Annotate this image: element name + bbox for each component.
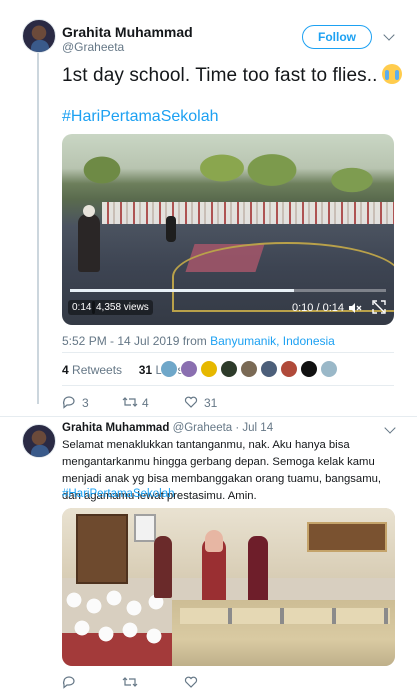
photo-desks: [172, 600, 395, 666]
location-link[interactable]: Banyumanik, Indonesia: [210, 334, 335, 348]
avatar[interactable]: [22, 424, 56, 458]
follow-button[interactable]: Follow: [302, 25, 372, 49]
liker-avatar[interactable]: [240, 360, 258, 378]
retweet-icon: [122, 677, 138, 687]
photo-person: [154, 536, 172, 598]
heart-icon: [184, 676, 198, 688]
author-handle[interactable]: @Graheeta: [62, 40, 124, 54]
video-player[interactable]: 0:14 4,358 views 0:10 / 0:14: [62, 134, 394, 325]
reply-author-name[interactable]: Grahita Muhammad: [62, 422, 169, 434]
retweet-icon: [122, 397, 138, 407]
divider: [0, 416, 417, 417]
video-views: 4,358 views: [92, 300, 153, 315]
reply-count: 3: [82, 396, 89, 410]
reply-icon: [63, 676, 75, 689]
reply-hashtag-link[interactable]: #HariPertamaSekolah: [62, 488, 175, 500]
divider: [62, 385, 394, 386]
video-time: 0:10 / 0:14: [292, 302, 344, 314]
tweet-text-content: 1st day school. Time too fast to flies..: [62, 65, 378, 86]
tweet-actions: 3 4 31: [62, 395, 394, 411]
video-crowd: [102, 202, 394, 224]
chevron-down-icon[interactable]: [383, 29, 395, 41]
liker-avatar[interactable]: [280, 360, 298, 378]
main-tweet: Grahita Muhammad @Graheeta Follow 1st da…: [0, 0, 417, 410]
liker-avatar[interactable]: [320, 360, 338, 378]
reply-header: Grahita Muhammad @Graheeta · Jul 14: [62, 422, 273, 434]
photo-frame: [134, 514, 156, 542]
likes-count[interactable]: 31: [139, 363, 152, 377]
liker-avatar[interactable]: [260, 360, 278, 378]
reply-icon: [63, 396, 75, 409]
crying-face-emoji-icon: [381, 64, 402, 84]
retweets-label[interactable]: Retweets: [72, 363, 122, 377]
liker-avatar[interactable]: [200, 360, 218, 378]
author-name[interactable]: Grahita Muhammad: [62, 24, 193, 40]
tweet-time-text: 5:52 PM - 14 Jul 2019 from: [62, 334, 207, 348]
avatar[interactable]: [22, 19, 56, 53]
video-progress-fill: [70, 289, 295, 292]
tweet-text: 1st day school. Time too fast to flies..: [62, 64, 402, 87]
liker-avatar[interactable]: [160, 360, 178, 378]
liker-avatar[interactable]: [300, 360, 318, 378]
volume-muted-icon[interactable]: [348, 302, 362, 314]
reply-actions: [62, 675, 394, 691]
divider: [62, 352, 394, 353]
video-controls: 0:14 4,358 views 0:10 / 0:14: [62, 298, 394, 320]
heart-icon: [184, 396, 198, 408]
video-progress-bar[interactable]: [70, 289, 386, 292]
reply-date[interactable]: · Jul 14: [235, 422, 273, 434]
photo-door: [76, 514, 128, 584]
retweets-count[interactable]: 4: [62, 363, 69, 377]
chevron-down-icon[interactable]: [384, 422, 396, 434]
video-trees: [62, 140, 394, 210]
liker-avatar[interactable]: [220, 360, 238, 378]
like-count: 31: [204, 396, 218, 410]
video-person: [78, 205, 100, 272]
retweet-count: 4: [142, 396, 149, 410]
reply-author-handle[interactable]: @Graheeta: [173, 422, 233, 434]
attached-photo[interactable]: [62, 508, 395, 666]
video-person-small: [166, 216, 176, 242]
tweet-timestamp: 5:52 PM - 14 Jul 2019 from Banyumanik, I…: [62, 334, 335, 348]
liker-avatar[interactable]: [180, 360, 198, 378]
photo-board: [307, 522, 387, 552]
fullscreen-icon[interactable]: [372, 300, 386, 314]
hashtag-link[interactable]: #HariPertamaSekolah: [62, 108, 219, 126]
